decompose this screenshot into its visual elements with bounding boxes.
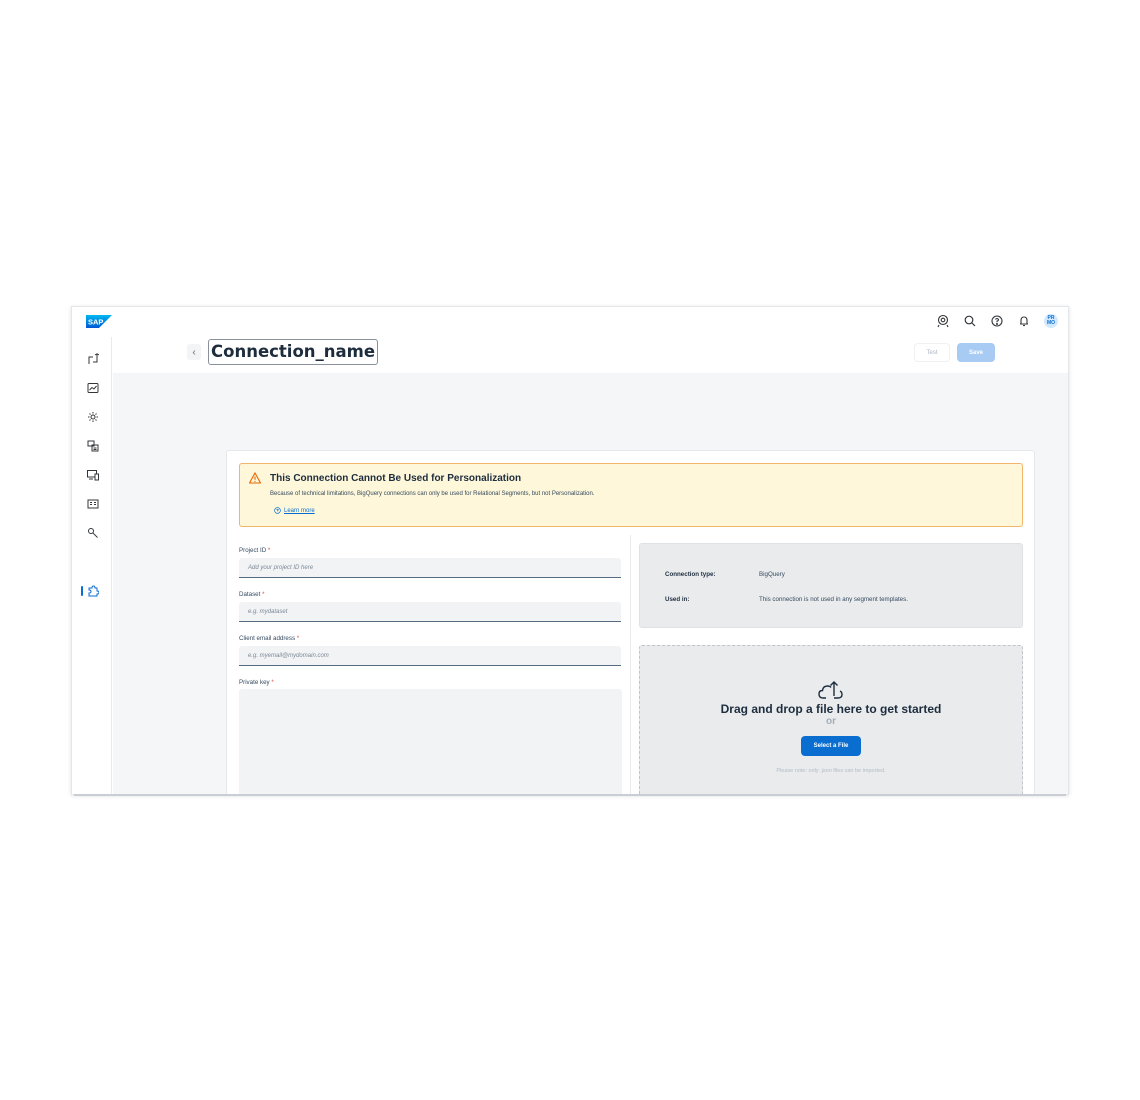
project-id-label: Project ID *: [239, 547, 271, 554]
notification-bell-icon[interactable]: [1017, 314, 1031, 328]
connection-name-input[interactable]: Connection_name: [208, 339, 379, 365]
catalog-icon[interactable]: [86, 497, 100, 511]
save-button[interactable]: Save: [957, 343, 995, 362]
dataset-label: Dataset *: [239, 591, 265, 598]
select-file-button[interactable]: Select a File: [801, 736, 861, 756]
column-divider: [630, 535, 631, 794]
dropzone-note: Please note: only .json files can be imp…: [776, 768, 886, 774]
client-email-input[interactable]: e.g. myemail@mydomain.com: [239, 646, 621, 666]
settings-gear-icon[interactable]: [86, 410, 100, 424]
required-mark: *: [267, 547, 271, 554]
app-window: SAP PR MO ‹ Connection_name Test Save Th…: [71, 306, 1069, 795]
help-circle-icon: [274, 507, 281, 514]
required-mark: *: [262, 591, 265, 598]
side-navigation: [72, 337, 112, 794]
page-header: ‹ Connection_name Test Save: [113, 335, 1068, 373]
search-icon[interactable]: [963, 314, 977, 328]
learn-more-label[interactable]: Learn more: [284, 508, 315, 514]
pipeline-icon[interactable]: [86, 352, 100, 366]
client-email-label: Client email address *: [239, 635, 300, 642]
svg-text:SAP: SAP: [88, 318, 103, 327]
cloud-upload-icon: [818, 681, 843, 699]
shell-actions: PR MO: [936, 314, 1058, 328]
user-avatar[interactable]: PR MO: [1044, 314, 1058, 328]
warning-title: This Connection Cannot Be Used for Perso…: [270, 473, 522, 484]
private-key-label: Private key *: [239, 679, 274, 686]
warning-text: Because of technical limitations, BigQue…: [270, 491, 595, 497]
active-indicator: [81, 586, 83, 596]
connection-type-label: Connection type:: [665, 571, 716, 578]
dropzone-title: Drag and drop a file here to get started: [720, 702, 942, 716]
connection-info-panel: Connection type: BigQuery Used in: This …: [639, 543, 1023, 628]
back-button[interactable]: ‹: [187, 344, 201, 360]
required-mark: *: [296, 635, 300, 642]
warning-message-strip: This Connection Cannot Be Used for Perso…: [239, 463, 1023, 527]
required-mark: *: [271, 679, 274, 686]
help-icon[interactable]: [990, 314, 1004, 328]
chevron-left-icon: ‹: [192, 346, 196, 358]
test-button[interactable]: Test: [914, 343, 950, 362]
assistant-icon[interactable]: [936, 314, 950, 328]
window-shadow-line: [74, 794, 1066, 796]
integrations-puzzle-icon[interactable]: [86, 584, 100, 598]
warning-icon: [249, 472, 261, 484]
shell-bar: SAP PR MO: [72, 307, 1068, 335]
used-in-label: Used in:: [665, 596, 690, 603]
learn-more-link[interactable]: Learn more: [274, 507, 315, 514]
sap-logo[interactable]: SAP: [86, 315, 112, 328]
analytics-chart-icon[interactable]: [86, 381, 100, 395]
dataset-input[interactable]: e.g. mydataset: [239, 602, 621, 622]
project-id-input[interactable]: Add your project ID here: [239, 558, 621, 578]
private-key-textarea[interactable]: [239, 689, 622, 794]
dropzone-or: or: [826, 716, 836, 727]
connection-type-value: BigQuery: [759, 571, 785, 578]
connection-card: This Connection Cannot Be Used for Perso…: [226, 450, 1035, 794]
segments-icon[interactable]: [86, 439, 100, 453]
used-in-value: This connection is not used in any segme…: [759, 596, 908, 603]
tools-wrench-icon[interactable]: [86, 526, 100, 540]
content-area: This Connection Cannot Be Used for Perso…: [113, 373, 1068, 794]
devices-icon[interactable]: [86, 468, 100, 482]
file-dropzone[interactable]: Drag and drop a file here to get started…: [639, 645, 1023, 794]
